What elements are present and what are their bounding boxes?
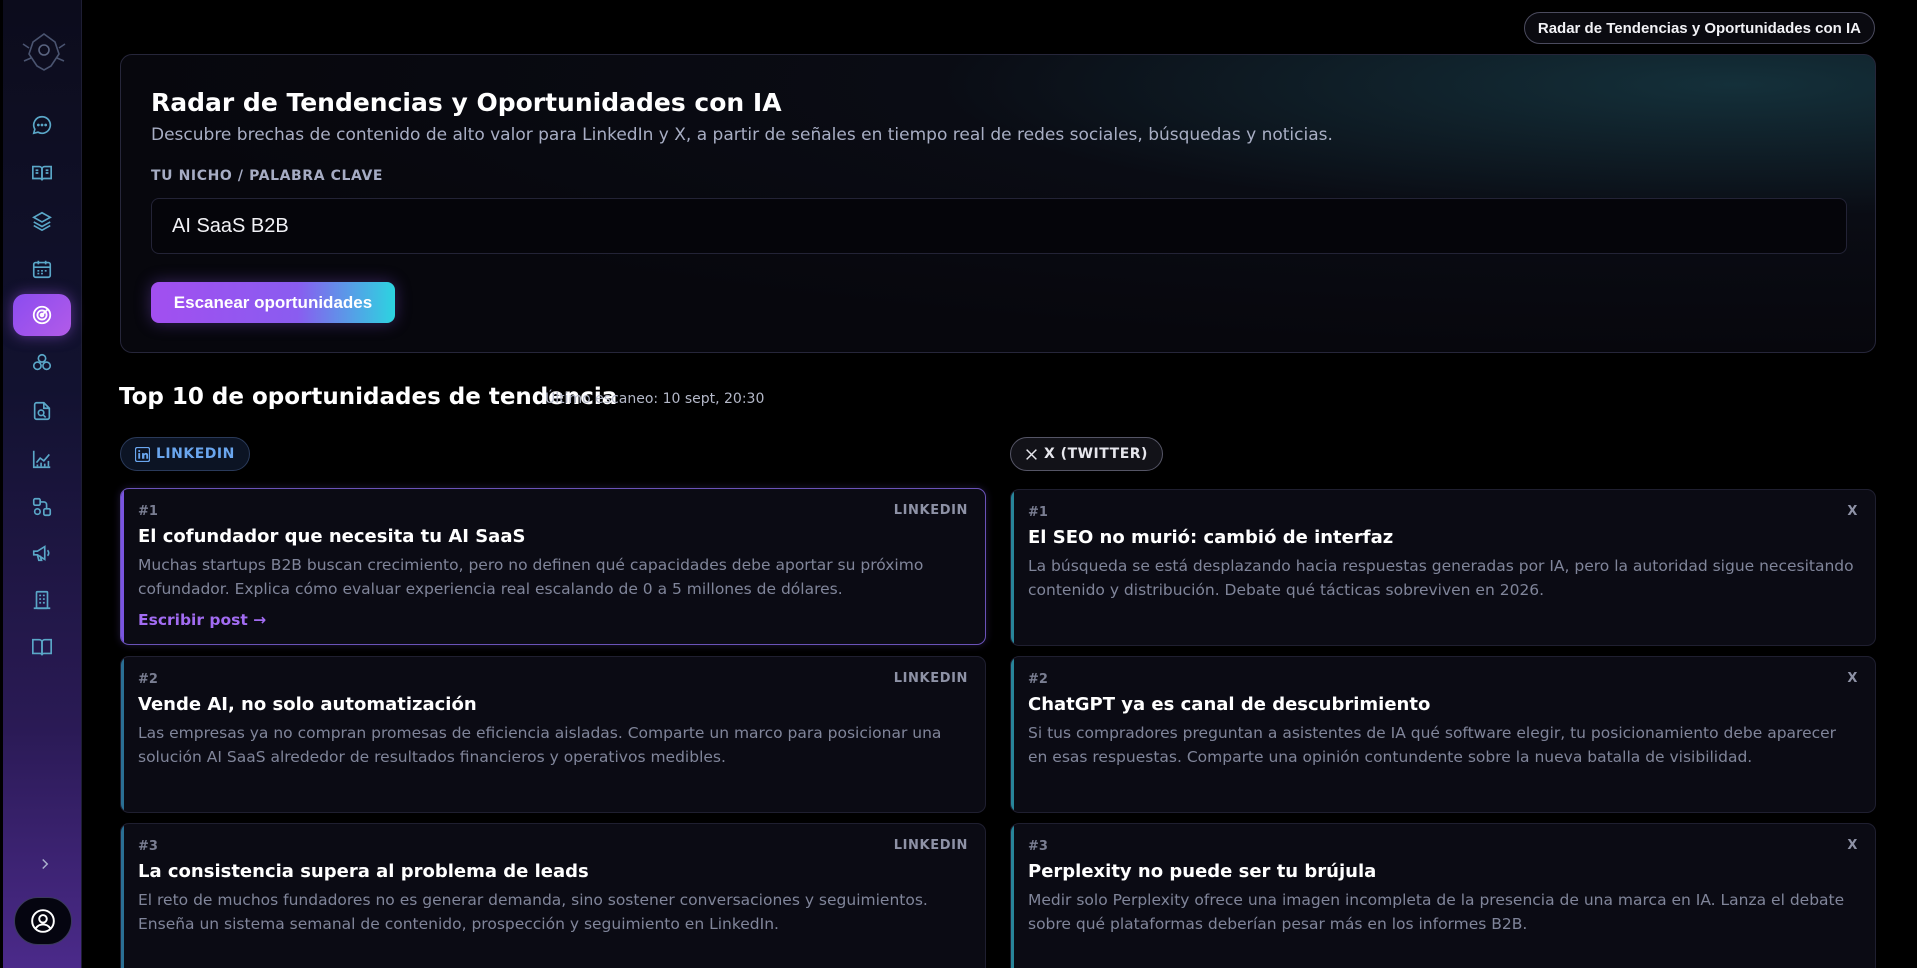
card-title: El SEO no murió: cambió de interfaz — [1028, 527, 1394, 548]
chart-line-icon — [32, 450, 51, 469]
sidebar-item-calendar[interactable] — [13, 248, 71, 290]
megaphone-icon — [32, 545, 50, 562]
workflow-icon — [32, 497, 52, 517]
page-context-pill[interactable]: Radar de Tendencias y Oportunidades con … — [1523, 12, 1875, 44]
x-pill-label: X (TWITTER) — [1044, 446, 1148, 462]
sidebar — [3, 0, 82, 968]
card-description: Si tus compradores preguntan a asistente… — [1028, 724, 1837, 766]
book-icon — [32, 638, 52, 656]
app-logo-icon[interactable] — [21, 28, 67, 74]
sidebar-item-file-search[interactable] — [13, 390, 71, 432]
sidebar-item-docs[interactable] — [13, 626, 71, 668]
linkedin-column-pill[interactable]: LINKEDIN — [120, 437, 250, 471]
radar-icon — [32, 305, 52, 325]
card-description: Las empresas ya no compran promesas de e… — [138, 724, 942, 766]
card-platform-tag: LINKEDIN — [893, 503, 968, 518]
sidebar-item-analytics[interactable] — [13, 438, 71, 480]
circles-icon — [32, 353, 52, 371]
card-title: Vende AI, no solo automatización — [138, 694, 477, 715]
user-avatar-button[interactable] — [14, 897, 72, 945]
opportunity-card[interactable]: #3 LINKEDIN La consistencia supera al pr… — [120, 823, 986, 968]
opportunity-card[interactable]: #2 X ChatGPT ya es canal de descubrimien… — [1010, 656, 1876, 813]
card-accent-bar — [1011, 490, 1014, 645]
opportunity-card[interactable]: #2 LINKEDIN Vende AI, no solo automatiza… — [120, 656, 986, 813]
niche-field-label: TU NICHO / PALABRA CLAVE — [151, 168, 384, 184]
scan-panel: Radar de Tendencias y Oportunidades con … — [120, 54, 1876, 353]
card-accent-bar — [121, 824, 124, 968]
sidebar-item-chat[interactable] — [13, 104, 71, 146]
chat-icon — [32, 115, 52, 135]
card-rank: #2 — [138, 672, 158, 687]
card-accent-bar — [1011, 657, 1014, 812]
card-platform-tag: X — [1847, 504, 1858, 519]
card-description: Medir solo Perplexity ofrece una imagen … — [1028, 891, 1845, 933]
card-title: El cofundador que necesita tu AI SaaS — [138, 526, 526, 547]
calendar-icon — [32, 260, 52, 279]
card-title: La consistencia supera al problema de le… — [138, 861, 589, 882]
card-description: La búsqueda se está desplazando hacia re… — [1028, 557, 1854, 599]
card-platform-tag: X — [1847, 838, 1858, 853]
card-rank: #2 — [1028, 672, 1048, 687]
card-rank: #1 — [1028, 505, 1048, 520]
chevron-right-icon — [42, 858, 49, 870]
card-accent-bar — [121, 657, 124, 812]
opportunity-card[interactable]: #1 X El SEO no murió: cambió de interfaz… — [1010, 489, 1876, 646]
card-title: Perplexity no puede ser tu brújula — [1028, 861, 1377, 882]
opportunity-card[interactable]: #3 X Perplexity no puede ser tu brújula … — [1010, 823, 1876, 968]
card-description: Muchas startups B2B buscan crecimiento, … — [138, 556, 924, 598]
x-logo-icon — [1026, 448, 1037, 460]
page-title: Radar de Tendencias y Oportunidades con … — [151, 88, 782, 117]
sidebar-item-circles[interactable] — [13, 342, 71, 384]
building-icon — [33, 590, 51, 610]
write-post-link[interactable]: Escribir post → — [138, 611, 266, 629]
card-rank: #1 — [138, 504, 158, 519]
linkedin-pill-label: LINKEDIN — [156, 446, 235, 462]
sidebar-item-radar[interactable] — [13, 294, 71, 336]
card-rank: #3 — [138, 839, 158, 854]
card-title: ChatGPT ya es canal de descubrimiento — [1028, 694, 1431, 715]
card-description: El reto de muchos fundadores no es gener… — [138, 891, 928, 933]
x-column-pill[interactable]: X (TWITTER) — [1010, 437, 1163, 471]
scan-opportunities-button[interactable]: Escanear oportunidades — [151, 282, 395, 323]
sidebar-expand-button[interactable] — [25, 850, 65, 878]
card-platform-tag: LINKEDIN — [893, 838, 968, 853]
page-subtitle: Descubre brechas de contenido de alto va… — [151, 125, 1333, 145]
results-title: Top 10 de oportunidades de tendencia — [119, 384, 618, 410]
sidebar-item-companies[interactable] — [13, 579, 71, 621]
sidebar-item-library[interactable] — [13, 152, 71, 194]
book-open-icon — [32, 165, 52, 181]
sidebar-item-campaigns[interactable] — [13, 532, 71, 574]
card-platform-tag: LINKEDIN — [893, 671, 968, 686]
card-accent-bar — [1011, 824, 1014, 968]
file-search-icon — [33, 401, 51, 421]
opportunity-card[interactable]: #1 LINKEDIN El cofundador que necesita t… — [120, 488, 986, 645]
user-circle-icon — [31, 909, 55, 933]
layers-icon — [32, 211, 52, 232]
card-rank: #3 — [1028, 839, 1048, 854]
last-scan-timestamp: Último escaneo: 10 sept, 20:30 — [545, 391, 765, 407]
linkedin-icon — [135, 446, 150, 462]
niche-keyword-input[interactable]: AI SaaS B2B — [151, 198, 1847, 254]
card-accent-bar — [121, 489, 124, 644]
card-platform-tag: X — [1847, 671, 1858, 686]
sidebar-item-layers[interactable] — [13, 200, 71, 242]
sidebar-item-workflow[interactable] — [13, 486, 71, 528]
